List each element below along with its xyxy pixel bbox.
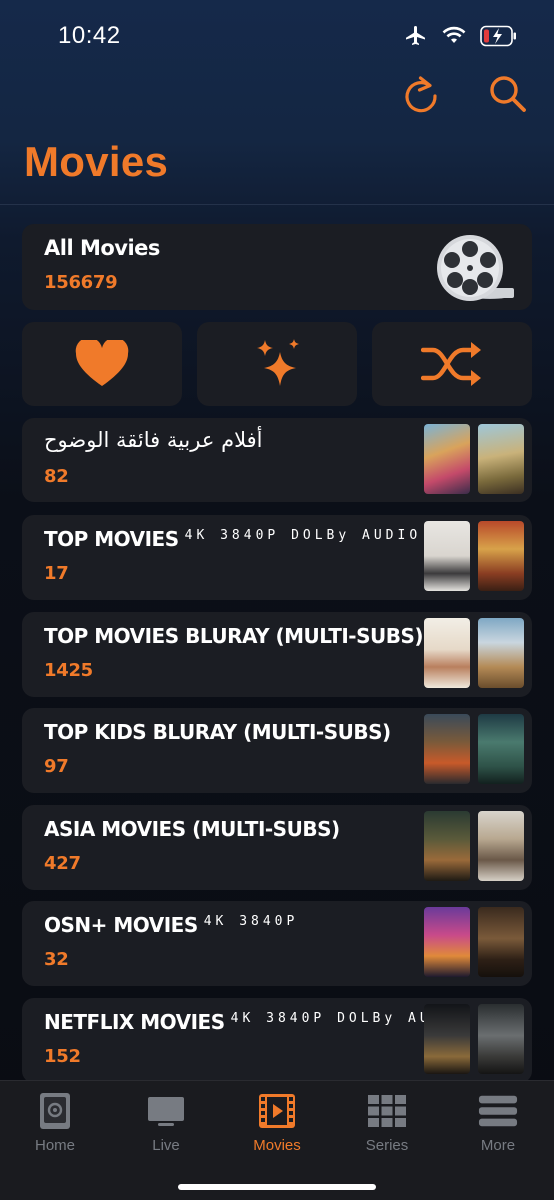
poster-thumbnail bbox=[478, 1004, 524, 1074]
poster-thumbnails bbox=[424, 424, 524, 494]
quality-tag: 4K 3840P DOLBy AUD bbox=[230, 1011, 444, 1026]
sparkles-icon bbox=[257, 339, 299, 386]
category-count: 152 bbox=[44, 1046, 81, 1067]
live-tv-icon bbox=[148, 1097, 184, 1126]
battery-charging-icon bbox=[480, 25, 516, 47]
tab-label: Movies bbox=[253, 1137, 301, 1154]
refresh-button[interactable] bbox=[402, 74, 442, 114]
category-title: NETFLIX MOVIES bbox=[44, 1010, 225, 1034]
category-title: TOP MOVIES BLURAY (MULTI-SUBS) bbox=[44, 624, 424, 648]
all-movies-label: All Movies bbox=[44, 236, 160, 260]
quality-tag: 4K 3840P bbox=[203, 914, 299, 929]
poster-thumbnail bbox=[424, 811, 470, 881]
favorites-button[interactable] bbox=[22, 322, 182, 406]
series-grid-icon bbox=[368, 1095, 406, 1127]
category-title: أفلام عربية فائقة الوضوح bbox=[44, 428, 263, 452]
category-title-row: OSN+ MOVIES 4K 3840P bbox=[44, 913, 298, 937]
tab-label: Home bbox=[34, 1137, 75, 1154]
category-card-arabic[interactable]: أفلام عربية فائقة الوضوح 82 bbox=[22, 418, 532, 502]
tab-label: Live bbox=[152, 1137, 180, 1154]
film-icon bbox=[259, 1094, 295, 1128]
poster-thumbnails bbox=[424, 811, 524, 881]
menu-icon bbox=[478, 1095, 518, 1127]
poster-thumbnails bbox=[424, 521, 524, 591]
category-title-row: TOP MOVIES 4K 3840P DOLBy AUDIO bbox=[44, 527, 421, 551]
poster-thumbnail bbox=[478, 907, 524, 977]
status-time: 10:42 bbox=[58, 22, 121, 49]
poster-thumbnails bbox=[424, 907, 524, 977]
category-count: 1425 bbox=[44, 660, 93, 681]
category-card-top-movies[interactable]: TOP MOVIES 4K 3840P DOLBy AUDIO 17 bbox=[22, 515, 532, 600]
heart-icon bbox=[75, 340, 129, 386]
tab-label: Series bbox=[365, 1137, 409, 1154]
category-title: ASIA MOVIES (MULTI-SUBS) bbox=[44, 817, 340, 841]
category-title-row: NETFLIX MOVIES 4K 3840P DOLBy AUD bbox=[44, 1010, 444, 1034]
poster-thumbnail bbox=[478, 811, 524, 881]
status-bar: 10:42 bbox=[0, 0, 554, 70]
category-count: 82 bbox=[44, 466, 69, 487]
category-count: 427 bbox=[44, 853, 81, 874]
category-count: 97 bbox=[44, 756, 69, 777]
poster-thumbnail bbox=[424, 1004, 470, 1074]
wifi-icon bbox=[442, 26, 466, 43]
page-title: Movies bbox=[24, 138, 169, 185]
poster-thumbnails bbox=[424, 714, 524, 784]
poster-thumbnail bbox=[424, 907, 470, 977]
airplane-icon bbox=[406, 26, 425, 45]
shuffle-icon bbox=[421, 342, 481, 386]
poster-thumbnail bbox=[424, 714, 470, 784]
category-title: TOP MOVIES bbox=[44, 527, 179, 551]
poster-thumbnail bbox=[478, 424, 524, 494]
category-title: TOP KIDS BLURAY (MULTI-SUBS) bbox=[44, 720, 391, 744]
tab-more[interactable]: More bbox=[458, 1091, 538, 1154]
search-button[interactable] bbox=[488, 74, 528, 114]
header-divider bbox=[0, 204, 554, 205]
category-title: OSN+ MOVIES bbox=[44, 913, 198, 937]
poster-thumbnails bbox=[424, 618, 524, 688]
category-card-top-kids-bluray[interactable]: TOP KIDS BLURAY (MULTI-SUBS) 97 bbox=[22, 708, 532, 793]
poster-thumbnail bbox=[424, 618, 470, 688]
quality-tag: 4K 3840P DOLBy AUDIO bbox=[184, 528, 422, 543]
poster-thumbnails bbox=[424, 1004, 524, 1074]
tab-bar: Home Live Movies Series More bbox=[0, 1080, 554, 1200]
home-tv-icon bbox=[40, 1093, 70, 1129]
category-count: 32 bbox=[44, 949, 69, 970]
category-count: 17 bbox=[44, 563, 69, 584]
status-icons bbox=[404, 24, 518, 48]
tab-home[interactable]: Home bbox=[15, 1091, 95, 1154]
poster-thumbnail bbox=[424, 424, 470, 494]
tab-label: More bbox=[480, 1137, 516, 1154]
tab-live[interactable]: Live bbox=[126, 1091, 206, 1154]
shuffle-button[interactable] bbox=[372, 322, 532, 406]
category-card-asia-movies[interactable]: ASIA MOVIES (MULTI-SUBS) 427 bbox=[22, 805, 532, 890]
film-reel-icon bbox=[437, 235, 514, 301]
category-card-top-movies-bluray[interactable]: TOP MOVIES BLURAY (MULTI-SUBS) 1425 bbox=[22, 612, 532, 697]
poster-thumbnail bbox=[478, 521, 524, 591]
all-movies-card[interactable]: All Movies 156679 bbox=[22, 224, 532, 310]
tab-movies[interactable]: Movies bbox=[237, 1091, 317, 1154]
category-card-netflix-movies[interactable]: NETFLIX MOVIES 4K 3840P DOLBy AUD 152 bbox=[22, 998, 532, 1083]
poster-thumbnail bbox=[478, 618, 524, 688]
poster-thumbnail bbox=[478, 714, 524, 784]
refresh-icon bbox=[405, 76, 437, 113]
poster-thumbnail bbox=[424, 521, 470, 591]
all-movies-count: 156679 bbox=[44, 272, 118, 293]
home-indicator bbox=[178, 1184, 376, 1190]
search-icon bbox=[490, 76, 526, 112]
category-card-osn-movies[interactable]: OSN+ MOVIES 4K 3840P 32 bbox=[22, 901, 532, 986]
recommended-button[interactable] bbox=[197, 322, 357, 406]
tab-series[interactable]: Series bbox=[347, 1091, 427, 1154]
